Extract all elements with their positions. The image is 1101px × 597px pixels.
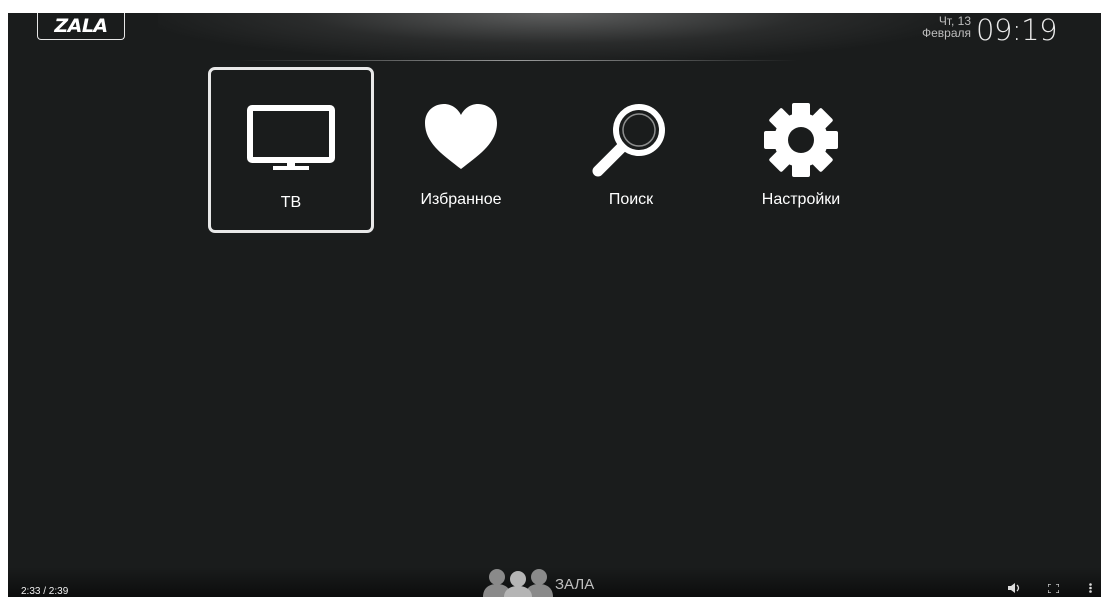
search-icon (592, 99, 670, 182)
date-month: Февраля (921, 26, 971, 40)
gear-icon (761, 100, 841, 185)
logo-text: ZALA (54, 15, 108, 37)
menu-item-favorites[interactable]: Избранное (378, 67, 544, 233)
header-divider (238, 60, 798, 61)
menu-item-tv[interactable]: ТВ (208, 67, 374, 233)
tv-screen: ZALA Чт, 13 Февраля 09:19 ТВ Избранное П… (8, 13, 1101, 597)
tv-icon (247, 105, 335, 176)
footer-brand: ЗАЛА (483, 566, 613, 597)
fullscreen-icon[interactable] (1047, 583, 1060, 596)
menu-label: Поиск (608, 191, 654, 208)
header-gloss (158, 13, 948, 61)
footer-brand-text: ЗАЛА (555, 576, 595, 593)
date-display: Чт, 13 Февраля (891, 15, 971, 39)
menu-item-settings[interactable]: Настройки (718, 67, 884, 233)
volume-icon[interactable] (1008, 583, 1022, 596)
playback-time: 2:33 / 2:39 (21, 586, 69, 597)
more-vertical-icon[interactable] (1089, 583, 1092, 596)
menu-label: Настройки (761, 191, 841, 208)
menu-label: ТВ (280, 194, 302, 211)
clock: 09:19 (976, 13, 1058, 47)
zala-logo: ZALA (37, 13, 125, 40)
menu-item-search[interactable]: Поиск (548, 67, 714, 233)
people-icon (483, 568, 555, 597)
menu-label: Избранное (420, 191, 502, 208)
heart-icon (423, 103, 499, 176)
